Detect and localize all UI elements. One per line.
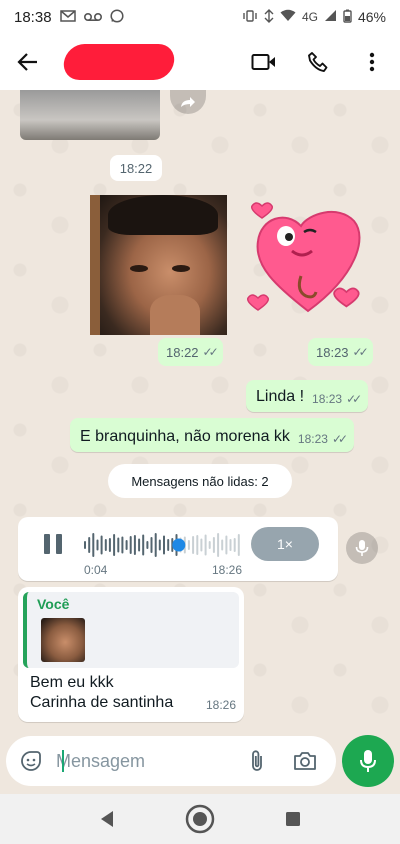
forward-icon bbox=[181, 97, 195, 107]
camera-button[interactable] bbox=[290, 746, 320, 776]
data-saver-icon bbox=[264, 8, 274, 26]
message-bubble-incoming[interactable]: Você Bem eu kkk Carinha de santinha 18:2… bbox=[18, 587, 244, 722]
quoted-author: Você bbox=[37, 596, 70, 612]
forward-button[interactable] bbox=[170, 90, 206, 114]
message-time: 18:23 bbox=[297, 432, 328, 446]
transcribe-button[interactable] bbox=[346, 532, 378, 564]
audio-progress-thumb[interactable] bbox=[172, 538, 186, 552]
chat-area[interactable]: 18:22 18:22 ✓✓ 18:23 ✓✓ Linda ! 18:23 ✓✓… bbox=[0, 90, 400, 728]
message-meta: 18:23 ✓✓ bbox=[312, 392, 362, 406]
gmail-icon bbox=[59, 9, 76, 25]
image-time: 18:22 bbox=[166, 344, 199, 360]
battery-percent: 46% bbox=[357, 9, 386, 25]
camera-icon bbox=[294, 752, 316, 770]
pause-icon bbox=[44, 534, 50, 554]
pause-button[interactable] bbox=[40, 531, 66, 557]
date-time-chip: 18:22 bbox=[110, 155, 162, 181]
double-check-icon: ✓✓ bbox=[346, 392, 362, 406]
video-call-icon bbox=[251, 54, 275, 70]
message-meta: 18:23 ✓✓ bbox=[297, 432, 348, 446]
audio-elapsed: 0:04 bbox=[84, 563, 108, 577]
message-line: Carinha de santinha bbox=[30, 694, 174, 711]
message-line: Bem eu kkk bbox=[30, 674, 114, 691]
back-button[interactable] bbox=[8, 42, 48, 82]
phone-icon bbox=[308, 52, 328, 72]
double-check-icon: ✓✓ bbox=[202, 345, 219, 359]
message-text: Bem eu kkk Carinha de santinha bbox=[30, 673, 173, 713]
image-meta: 18:22 ✓✓ bbox=[158, 338, 223, 366]
nav-back-button[interactable] bbox=[87, 799, 127, 839]
voice-call-button[interactable] bbox=[298, 42, 338, 82]
home-circle-icon bbox=[185, 804, 215, 834]
emoji-button[interactable] bbox=[16, 746, 46, 776]
microphone-icon bbox=[360, 750, 376, 772]
battery-icon bbox=[343, 9, 352, 26]
heart-sticker[interactable] bbox=[246, 196, 371, 326]
image-message-partial[interactable] bbox=[20, 90, 160, 140]
audio-time: 18:26 bbox=[212, 563, 243, 577]
message-input-container bbox=[6, 736, 336, 786]
message-time: 18:23 bbox=[312, 392, 343, 406]
system-navigation-bar bbox=[0, 794, 400, 844]
paperclip-icon bbox=[252, 750, 262, 771]
wifi-icon bbox=[280, 9, 296, 25]
status-bar: 18:38 4G 46% bbox=[0, 0, 400, 34]
vibrate-icon bbox=[242, 9, 258, 25]
double-check-icon: ✓✓ bbox=[352, 345, 369, 359]
sticker-emoji-icon bbox=[21, 751, 41, 771]
sticker-time: 18:23 bbox=[316, 344, 349, 360]
quoted-image-thumbnail bbox=[41, 618, 85, 662]
video-call-button[interactable] bbox=[244, 42, 284, 82]
more-options-button[interactable] bbox=[352, 42, 392, 82]
double-check-icon: ✓✓ bbox=[331, 432, 348, 446]
record-voice-button[interactable] bbox=[342, 735, 394, 787]
message-time: 18:26 bbox=[205, 698, 236, 712]
voicemail-icon bbox=[83, 10, 102, 25]
whatsapp-icon bbox=[109, 8, 124, 26]
contact-name-redacted[interactable] bbox=[61, 44, 177, 80]
image-message[interactable] bbox=[90, 195, 227, 335]
arrow-left-icon bbox=[17, 53, 37, 71]
message-input[interactable] bbox=[56, 750, 226, 772]
playback-speed-button[interactable]: 1× bbox=[251, 527, 319, 561]
triangle-back-icon bbox=[100, 811, 113, 827]
attach-button[interactable] bbox=[242, 746, 272, 776]
chat-header bbox=[0, 34, 400, 90]
unread-messages-chip: Mensagens não lidas: 2 bbox=[108, 464, 292, 498]
quoted-message[interactable]: Você bbox=[23, 592, 239, 668]
audio-waveform[interactable] bbox=[84, 529, 242, 561]
text-caret bbox=[62, 750, 64, 772]
composer bbox=[0, 728, 400, 794]
signal-icon bbox=[324, 9, 337, 25]
sticker-meta: 18:23 ✓✓ bbox=[308, 338, 373, 366]
message-bubble-outgoing[interactable]: Linda ! 18:23 ✓✓ bbox=[246, 380, 369, 412]
message-text: Linda ! bbox=[256, 388, 305, 405]
nav-recents-button[interactable] bbox=[273, 799, 313, 839]
square-recents-icon bbox=[286, 812, 301, 826]
message-bubble-outgoing[interactable]: E branquinha, não morena kk 18:23 ✓✓ bbox=[70, 418, 355, 452]
microphone-icon bbox=[355, 540, 369, 556]
nav-home-button[interactable] bbox=[180, 799, 220, 839]
more-icon bbox=[369, 52, 375, 72]
status-time: 18:38 bbox=[14, 8, 52, 26]
network-type: 4G bbox=[301, 10, 318, 24]
voice-message-bubble[interactable]: 0:04 18:26 1× bbox=[18, 517, 338, 581]
message-text: E branquinha, não morena kk bbox=[80, 428, 290, 445]
